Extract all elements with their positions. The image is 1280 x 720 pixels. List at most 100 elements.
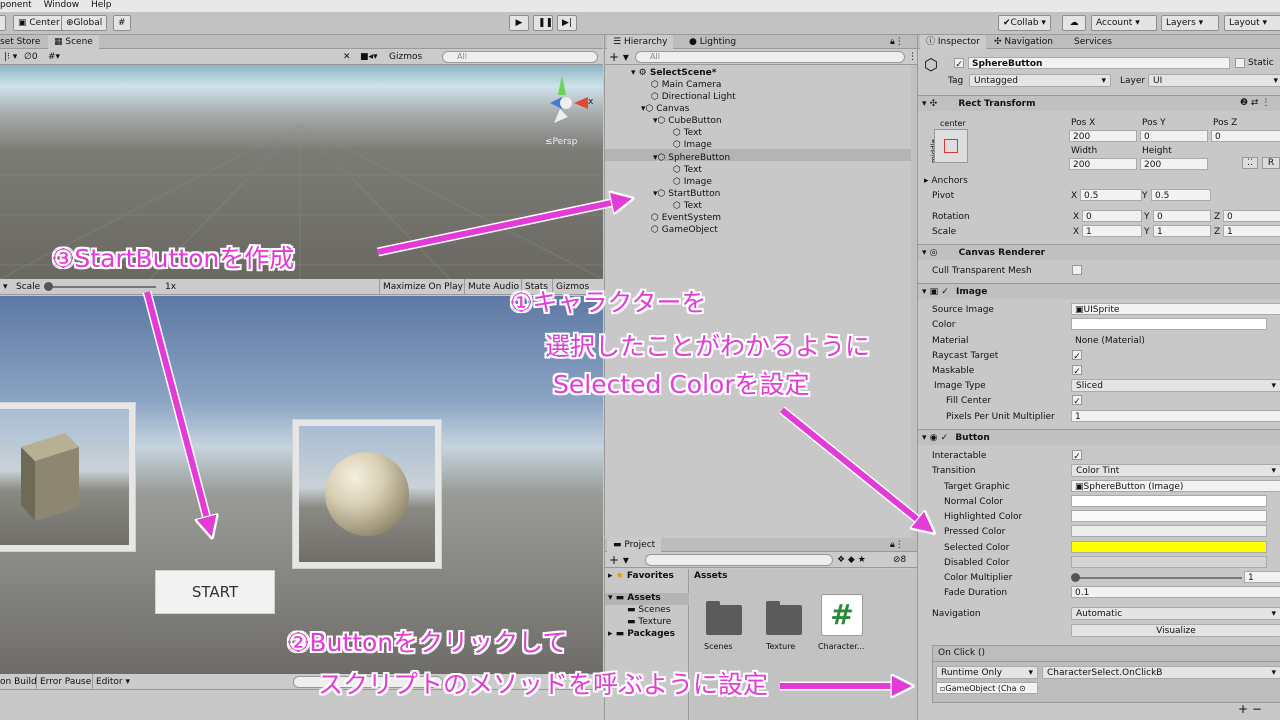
- play-button[interactable]: ▶: [509, 15, 529, 31]
- scale-slider-track[interactable]: [46, 286, 156, 288]
- multiplier-slider-track[interactable]: [1074, 577, 1242, 579]
- height-field[interactable]: 200: [1140, 158, 1208, 170]
- tree-item-startbutton[interactable]: ▾⬡ StartButton: [653, 188, 720, 200]
- scene-search-input[interactable]: All: [442, 51, 598, 63]
- navigation-dropdown[interactable]: Automatic ▾: [1071, 607, 1280, 620]
- multiplier-slider-handle[interactable]: [1071, 573, 1080, 582]
- canvas-renderer-header[interactable]: ▾ ◎ Canvas Renderer: [918, 244, 1280, 260]
- raycast-checkbox[interactable]: ✓: [1072, 350, 1082, 362]
- onclick-object-field[interactable]: ▫GameObject (Cha ⊙: [936, 682, 1038, 694]
- posz-field[interactable]: 0: [1211, 130, 1280, 142]
- tab-scene[interactable]: ▦ Scene: [48, 35, 99, 49]
- maximize-on-play-button[interactable]: Maximize On Play: [379, 279, 463, 295]
- width-field[interactable]: 200: [1069, 158, 1137, 170]
- rect-transform-header[interactable]: ▾ ✣ Rect Transform: [918, 95, 1280, 111]
- create-button[interactable]: + ▾: [609, 49, 629, 65]
- step-button[interactable]: ▶|: [557, 15, 577, 31]
- project-create-button[interactable]: + ▾: [609, 552, 629, 568]
- camera-icon[interactable]: ■◂▾: [360, 49, 378, 65]
- menu-help[interactable]: Help: [91, 0, 112, 10]
- disabled-color-field[interactable]: [1071, 556, 1267, 568]
- active-checkbox[interactable]: ✓: [954, 58, 964, 70]
- scale-y-field[interactable]: 1: [1153, 225, 1211, 237]
- anchors-foldout[interactable]: ▸ Anchors: [924, 175, 968, 187]
- runtime-only-dropdown[interactable]: Runtime Only ▾: [936, 666, 1038, 679]
- cube-button[interactable]: [0, 402, 136, 552]
- persp-label[interactable]: ≤Persp: [545, 137, 577, 147]
- scene-view-options[interactable]: |⁝ ▾: [4, 49, 17, 65]
- project-lock-icon[interactable]: 🔒︎⋮: [890, 538, 904, 552]
- lock-icon[interactable]: 🔒︎⋮: [890, 35, 904, 49]
- button-header[interactable]: ▾ ◉ ✓ Button: [918, 429, 1280, 445]
- layer-dropdown[interactable]: UI ▾: [1148, 74, 1280, 87]
- tree-item-directional-light[interactable]: ⬡ Directional Light: [651, 91, 736, 103]
- tree-item-selectscene[interactable]: ▾ ⚙ SelectScene*: [631, 67, 716, 79]
- collab-button[interactable]: ✔Collab ▾: [998, 15, 1051, 31]
- rect-tool-button[interactable]: [0, 15, 6, 31]
- fade-duration-field[interactable]: 0.1: [1071, 586, 1280, 598]
- filter-icons[interactable]: ❖ ◆ ★: [837, 552, 866, 568]
- blueprint-button[interactable]: ⁚⁚: [1242, 157, 1258, 169]
- tree-item-text[interactable]: ⬡ Text: [673, 200, 702, 212]
- tab-asset-store[interactable]: set Store: [0, 35, 46, 49]
- tab-navigation[interactable]: ✣ Navigation: [988, 35, 1059, 49]
- material-value[interactable]: None (Material): [1075, 335, 1145, 347]
- tree-item-text[interactable]: ⬡ Text: [673, 164, 702, 176]
- tab-inspector[interactable]: ⓘ Inspector: [920, 35, 986, 49]
- normal-color-field[interactable]: [1071, 495, 1267, 507]
- texture-folder-item[interactable]: ▬ Texture: [627, 617, 671, 627]
- scale-x-field[interactable]: 1: [1082, 225, 1142, 237]
- object-name-field[interactable]: SphereButton: [968, 57, 1230, 69]
- layers-dropdown[interactable]: Layers ▾: [1161, 15, 1219, 31]
- grid-snap-button[interactable]: #: [113, 15, 131, 31]
- assets-folder-item[interactable]: ▾ ▬ Assets: [608, 593, 661, 603]
- tag-dropdown[interactable]: Untagged ▾: [969, 74, 1111, 87]
- onclick-method-dropdown[interactable]: CharacterSelect.OnClickB ▾: [1042, 666, 1280, 679]
- tools-icon[interactable]: ✕: [343, 49, 351, 65]
- error-pause-toggle[interactable]: Error Pause: [36, 674, 91, 690]
- rot-z-field[interactable]: 0: [1223, 210, 1280, 222]
- visualize-button[interactable]: Visualize: [1071, 624, 1280, 637]
- tree-item-spherebutton[interactable]: ▾⬡ SphereButton: [653, 152, 730, 164]
- global-button[interactable]: ⊕Global: [61, 15, 108, 31]
- favorites-item[interactable]: ▸ ★ Favorites: [608, 571, 674, 581]
- tree-item-image[interactable]: ⬡ Image: [673, 139, 712, 151]
- more-icon[interactable]: ⋮: [908, 49, 917, 65]
- tab-project[interactable]: ▬ Project: [607, 538, 662, 552]
- csharp-script-icon[interactable]: #: [821, 594, 863, 636]
- pivot-y-field[interactable]: 0.5: [1151, 189, 1211, 201]
- cloud-icon[interactable]: ☁: [1062, 15, 1086, 31]
- raw-edit-button[interactable]: R: [1262, 157, 1280, 169]
- account-dropdown[interactable]: Account ▾: [1091, 15, 1157, 31]
- fill-center-checkbox[interactable]: ✓: [1072, 395, 1082, 407]
- target-graphic-field[interactable]: ▣SphereButton (Image): [1071, 480, 1280, 492]
- texture-folder-icon[interactable]: [766, 601, 802, 635]
- grid-icon[interactable]: #▾: [48, 49, 60, 65]
- anchor-presets-button[interactable]: [934, 129, 968, 163]
- rot-y-field[interactable]: 0: [1153, 210, 1211, 222]
- maskable-checkbox[interactable]: ✓: [1072, 365, 1082, 377]
- source-image-field[interactable]: ▣UISprite: [1071, 303, 1280, 315]
- tree-item-canvas[interactable]: ▾⬡ Canvas: [641, 103, 689, 115]
- hidden-count[interactable]: ∅0: [24, 49, 38, 65]
- start-button[interactable]: START: [155, 570, 275, 614]
- sphere-button[interactable]: [292, 419, 442, 569]
- layout-dropdown[interactable]: Layout ▾: [1224, 15, 1280, 31]
- highlighted-color-field[interactable]: [1071, 510, 1267, 522]
- display-dropdown[interactable]: ▾: [3, 279, 8, 295]
- tree-item-gameobject[interactable]: ⬡ GameObject: [651, 224, 718, 236]
- gizmos-dropdown[interactable]: Gizmos: [389, 49, 422, 65]
- scenes-folder-item[interactable]: ▬ Scenes: [627, 605, 671, 615]
- tree-item-image[interactable]: ⬡ Image: [673, 176, 712, 188]
- tab-hierarchy[interactable]: ☰ Hierarchy: [607, 35, 674, 49]
- transition-dropdown[interactable]: Color Tint ▾: [1071, 464, 1280, 477]
- static-checkbox[interactable]: [1235, 58, 1245, 68]
- rot-x-field[interactable]: 0: [1082, 210, 1142, 222]
- interactable-checkbox[interactable]: ✓: [1072, 450, 1082, 462]
- scenes-folder-icon[interactable]: [706, 601, 742, 635]
- tree-item-main-camera[interactable]: ⬡ Main Camera: [651, 79, 721, 91]
- scale-z-field[interactable]: 1: [1223, 225, 1280, 237]
- menu-window[interactable]: Window: [44, 0, 80, 10]
- selected-color-field[interactable]: [1071, 541, 1267, 553]
- hidden-packages-count[interactable]: ⊘8: [893, 552, 906, 568]
